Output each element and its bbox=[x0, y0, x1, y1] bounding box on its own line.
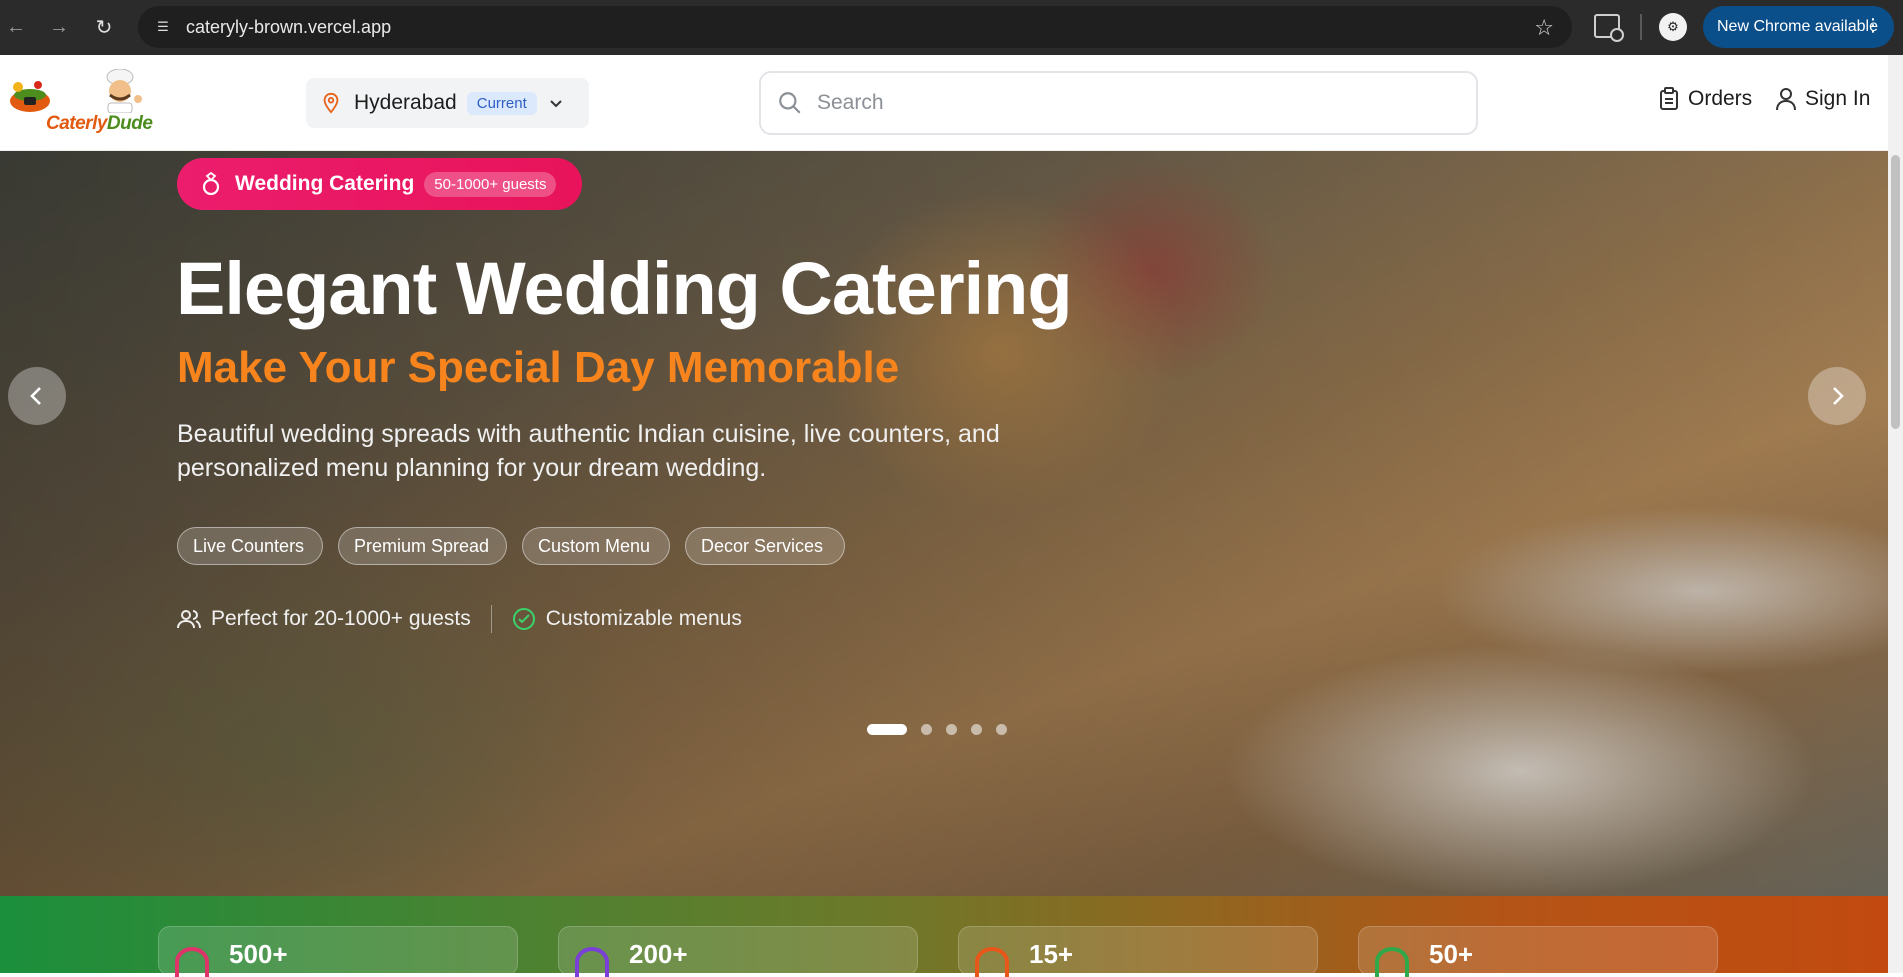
current-location-badge: Current bbox=[466, 91, 537, 115]
category-badge: Wedding Catering 50-1000+ guests bbox=[177, 158, 582, 210]
update-chrome-button[interactable]: New Chrome available ⋮ bbox=[1703, 6, 1894, 48]
stat-value: 15+ bbox=[1029, 939, 1074, 969]
back-icon[interactable]: ← bbox=[2, 13, 30, 41]
chip-decor-services: Decor Services bbox=[685, 527, 845, 565]
scrollbar-track-top bbox=[1888, 55, 1903, 151]
stat-card: 500+ bbox=[158, 926, 518, 977]
feature-chips: Live Counters Premium Spread Custom Menu… bbox=[177, 527, 845, 565]
tab-search-icon[interactable] bbox=[1594, 14, 1624, 42]
feature-divider bbox=[490, 605, 492, 633]
stat-card: 15+ bbox=[958, 926, 1318, 977]
url-text[interactable]: cateryly-brown.vercel.app bbox=[186, 17, 391, 38]
site-info-icon[interactable]: ☰ bbox=[152, 16, 174, 38]
hero-subtitle: Make Your Special Day Memorable bbox=[177, 343, 900, 392]
update-chrome-label: New Chrome available bbox=[1717, 18, 1878, 35]
menu-dots-icon[interactable]: ⋮ bbox=[1864, 15, 1882, 36]
sign-in-link[interactable]: Sign In bbox=[1775, 87, 1870, 111]
search-input[interactable]: Search bbox=[759, 71, 1478, 135]
stat-value: 50+ bbox=[1429, 939, 1474, 969]
carousel-dot-4[interactable] bbox=[971, 724, 982, 735]
logo-text: CaterlyDude bbox=[46, 113, 153, 134]
page-scrollbar[interactable] bbox=[1888, 151, 1903, 973]
chevron-left-icon bbox=[30, 387, 41, 405]
stat-value: 200+ bbox=[629, 939, 688, 969]
orders-link[interactable]: Orders bbox=[1658, 87, 1752, 111]
scrollbar-thumb[interactable] bbox=[1891, 155, 1900, 429]
search-icon bbox=[779, 92, 801, 114]
chevron-down-icon bbox=[550, 100, 562, 108]
profile-avatar[interactable]: ⚙ bbox=[1659, 13, 1687, 41]
check-circle-icon bbox=[512, 608, 535, 630]
stat-card: 200+ bbox=[558, 926, 918, 977]
location-city: Hyderabad bbox=[354, 91, 457, 114]
forward-icon[interactable]: → bbox=[45, 13, 73, 41]
carousel-dot-2[interactable] bbox=[921, 724, 932, 735]
stat-value: 500+ bbox=[229, 939, 288, 969]
bookmark-star-icon[interactable]: ☆ bbox=[1534, 15, 1554, 41]
category-label: Wedding Catering bbox=[235, 172, 415, 195]
carousel-indicators bbox=[867, 724, 1007, 735]
orders-label: Orders bbox=[1688, 87, 1753, 110]
chevron-right-icon bbox=[1833, 387, 1844, 405]
chip-custom-menu: Custom Menu bbox=[522, 527, 670, 565]
stat-card: 50+ bbox=[1358, 926, 1718, 977]
sign-in-label: Sign In bbox=[1805, 87, 1871, 110]
ring-icon bbox=[202, 172, 220, 196]
stats-strip: 500+ 200+ 15+ 50+ bbox=[0, 896, 1888, 977]
chip-premium-spread: Premium Spread bbox=[338, 527, 507, 565]
hero-description: Beautiful wedding spreads with authentic… bbox=[177, 420, 1000, 482]
site-header: CaterlyDude Hyderabad Current Search Ord… bbox=[0, 55, 1888, 151]
location-selector[interactable]: Hyderabad Current bbox=[306, 78, 589, 128]
clipboard-icon bbox=[1660, 87, 1678, 110]
reload-icon[interactable]: ↻ bbox=[90, 13, 118, 41]
hero-features: Perfect for 20-1000+ guests Customizable… bbox=[177, 605, 742, 633]
feature-guests: Perfect for 20-1000+ guests bbox=[211, 607, 471, 630]
feature-menus: Customizable menus bbox=[545, 607, 742, 630]
user-icon bbox=[1776, 88, 1796, 111]
logo-chef-icon bbox=[106, 69, 142, 113]
category-guests: 50-1000+ guests bbox=[424, 171, 557, 197]
browser-toolbar: ← → ↻ ☰ cateryly-brown.vercel.app ☆ ⚙ Ne… bbox=[0, 0, 1903, 55]
carousel-next-button[interactable] bbox=[1808, 367, 1866, 425]
map-pin-icon bbox=[323, 92, 339, 114]
carousel-dot-3[interactable] bbox=[946, 724, 957, 735]
hero-title: Elegant Wedding Catering bbox=[176, 247, 1073, 330]
carousel-prev-button[interactable] bbox=[8, 367, 66, 425]
search-placeholder: Search bbox=[817, 91, 884, 114]
hero-carousel: Wedding Catering 50-1000+ guests Elegant… bbox=[0, 151, 1888, 896]
toolbar-divider bbox=[1640, 14, 1642, 40]
chip-live-counters: Live Counters bbox=[177, 527, 323, 565]
logo-pot-icon bbox=[10, 81, 50, 112]
logo[interactable]: CaterlyDude bbox=[6, 69, 156, 135]
users-icon bbox=[177, 610, 201, 629]
address-bar[interactable]: ☰ cateryly-brown.vercel.app ☆ bbox=[138, 6, 1572, 48]
carousel-dot-5[interactable] bbox=[996, 724, 1007, 735]
carousel-dot-1[interactable] bbox=[867, 724, 907, 735]
